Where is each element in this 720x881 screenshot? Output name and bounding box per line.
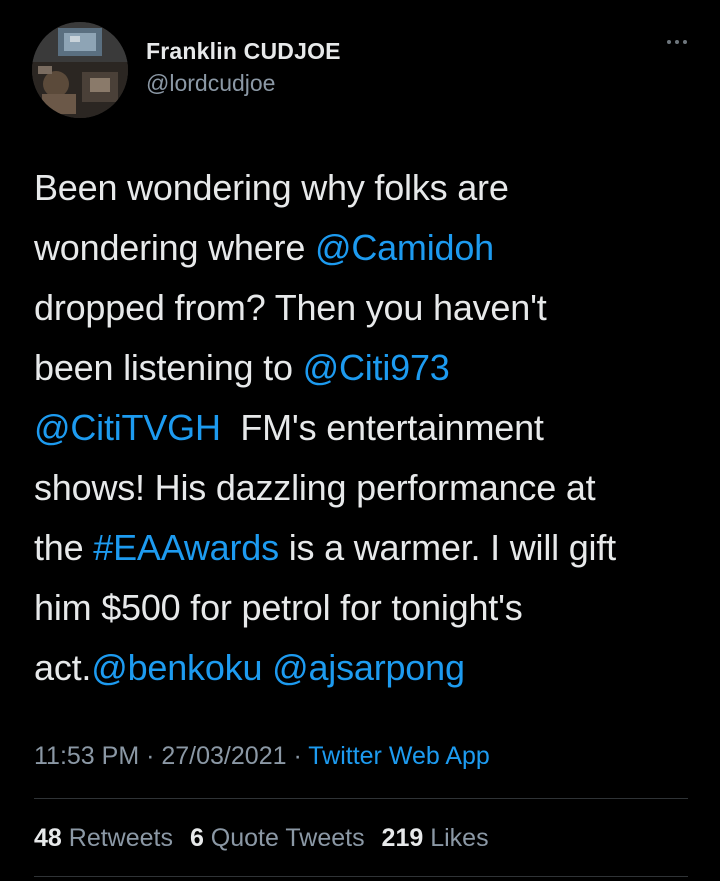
avatar[interactable] — [32, 22, 128, 118]
tweet-line: Been wondering why folks are — [34, 158, 694, 218]
user-handle[interactable]: @lordcudjoe — [146, 68, 341, 98]
text-segment: is a warmer. I will gift — [278, 527, 616, 568]
more-horizontal-icon[interactable] — [662, 34, 692, 50]
tweet-source[interactable]: Twitter Web App — [308, 742, 490, 770]
text-segment: him $500 for petrol for tonight's — [34, 587, 523, 628]
retweets-count: 48 — [34, 824, 62, 852]
mention-link[interactable]: @Camidoh — [315, 227, 494, 268]
retweets-label: Retweets — [68, 824, 173, 852]
tweet-line: the #EAAwards is a warmer. I will gift — [34, 518, 694, 578]
tweet-line: @CitiTVGH FM's entertainment — [34, 398, 694, 458]
text-segment: shows! His dazzling performance at — [34, 467, 596, 508]
mention-link[interactable]: @Citi973 — [303, 347, 450, 388]
avatar-photo — [32, 22, 128, 118]
meta-separator: · — [139, 742, 162, 770]
tweet-text: Been wondering why folks are wondering wh… — [34, 158, 694, 698]
text-segment: act. — [34, 647, 92, 688]
mention-link[interactable]: @benkoku — [91, 647, 262, 688]
text-segment: wondering where — [34, 227, 315, 268]
divider — [34, 798, 688, 799]
tweet-line: act.@benkoku @ajsarpong — [34, 638, 694, 698]
divider — [34, 876, 688, 877]
more-dot — [667, 40, 671, 44]
tweet-date[interactable]: 27/03/2021 — [161, 742, 286, 770]
text-segment: the — [34, 527, 94, 568]
tweet-line: him $500 for petrol for tonight's — [34, 578, 694, 638]
more-dot — [675, 40, 679, 44]
quote-tweets-count: 6 — [189, 824, 204, 852]
author-info: Franklin CUDJOE @lordcudjoe — [146, 36, 341, 98]
likes-count: 219 — [381, 824, 424, 852]
tweet-stats: 48 Retweets 6 Quote Tweets 219 Likes — [34, 818, 489, 858]
tweet-line: shows! His dazzling performance at — [34, 458, 694, 518]
tweet-time[interactable]: 11:53 PM — [34, 742, 139, 770]
text-segment: Been wondering why folks are — [34, 167, 509, 208]
tweet-header: Franklin CUDJOE @lordcudjoe — [32, 22, 692, 118]
mention-link[interactable]: @ajsarpong — [272, 647, 465, 688]
quote-tweets-label: Quote Tweets — [210, 824, 365, 852]
quote-tweets-stat[interactable]: 6 Quote Tweets — [190, 824, 365, 852]
tweet-card: Franklin CUDJOE @lordcudjoe Been wonderi… — [0, 0, 720, 881]
retweets-stat[interactable]: 48 Retweets — [34, 824, 173, 852]
text-segment — [262, 647, 272, 688]
tweet-line: dropped from? Then you haven't — [34, 278, 694, 338]
tweet-line: been listening to @Citi973 — [34, 338, 694, 398]
tweet-meta: 11:53 PM · 27/03/2021 · Twitter Web App — [34, 738, 490, 774]
more-dot — [683, 40, 687, 44]
mention-link[interactable]: @CitiTVGH — [34, 407, 221, 448]
likes-label: Likes — [430, 824, 489, 852]
meta-separator: · — [286, 742, 309, 770]
text-segment: dropped from? Then you haven't — [34, 287, 547, 328]
text-segment: FM's entertainment — [220, 407, 544, 448]
text-segment: been listening to — [34, 347, 303, 388]
display-name[interactable]: Franklin CUDJOE — [146, 36, 341, 66]
hashtag-link[interactable]: #EAAwards — [93, 527, 279, 568]
tweet-line: wondering where @Camidoh — [34, 218, 694, 278]
likes-stat[interactable]: 219 Likes — [382, 824, 489, 852]
